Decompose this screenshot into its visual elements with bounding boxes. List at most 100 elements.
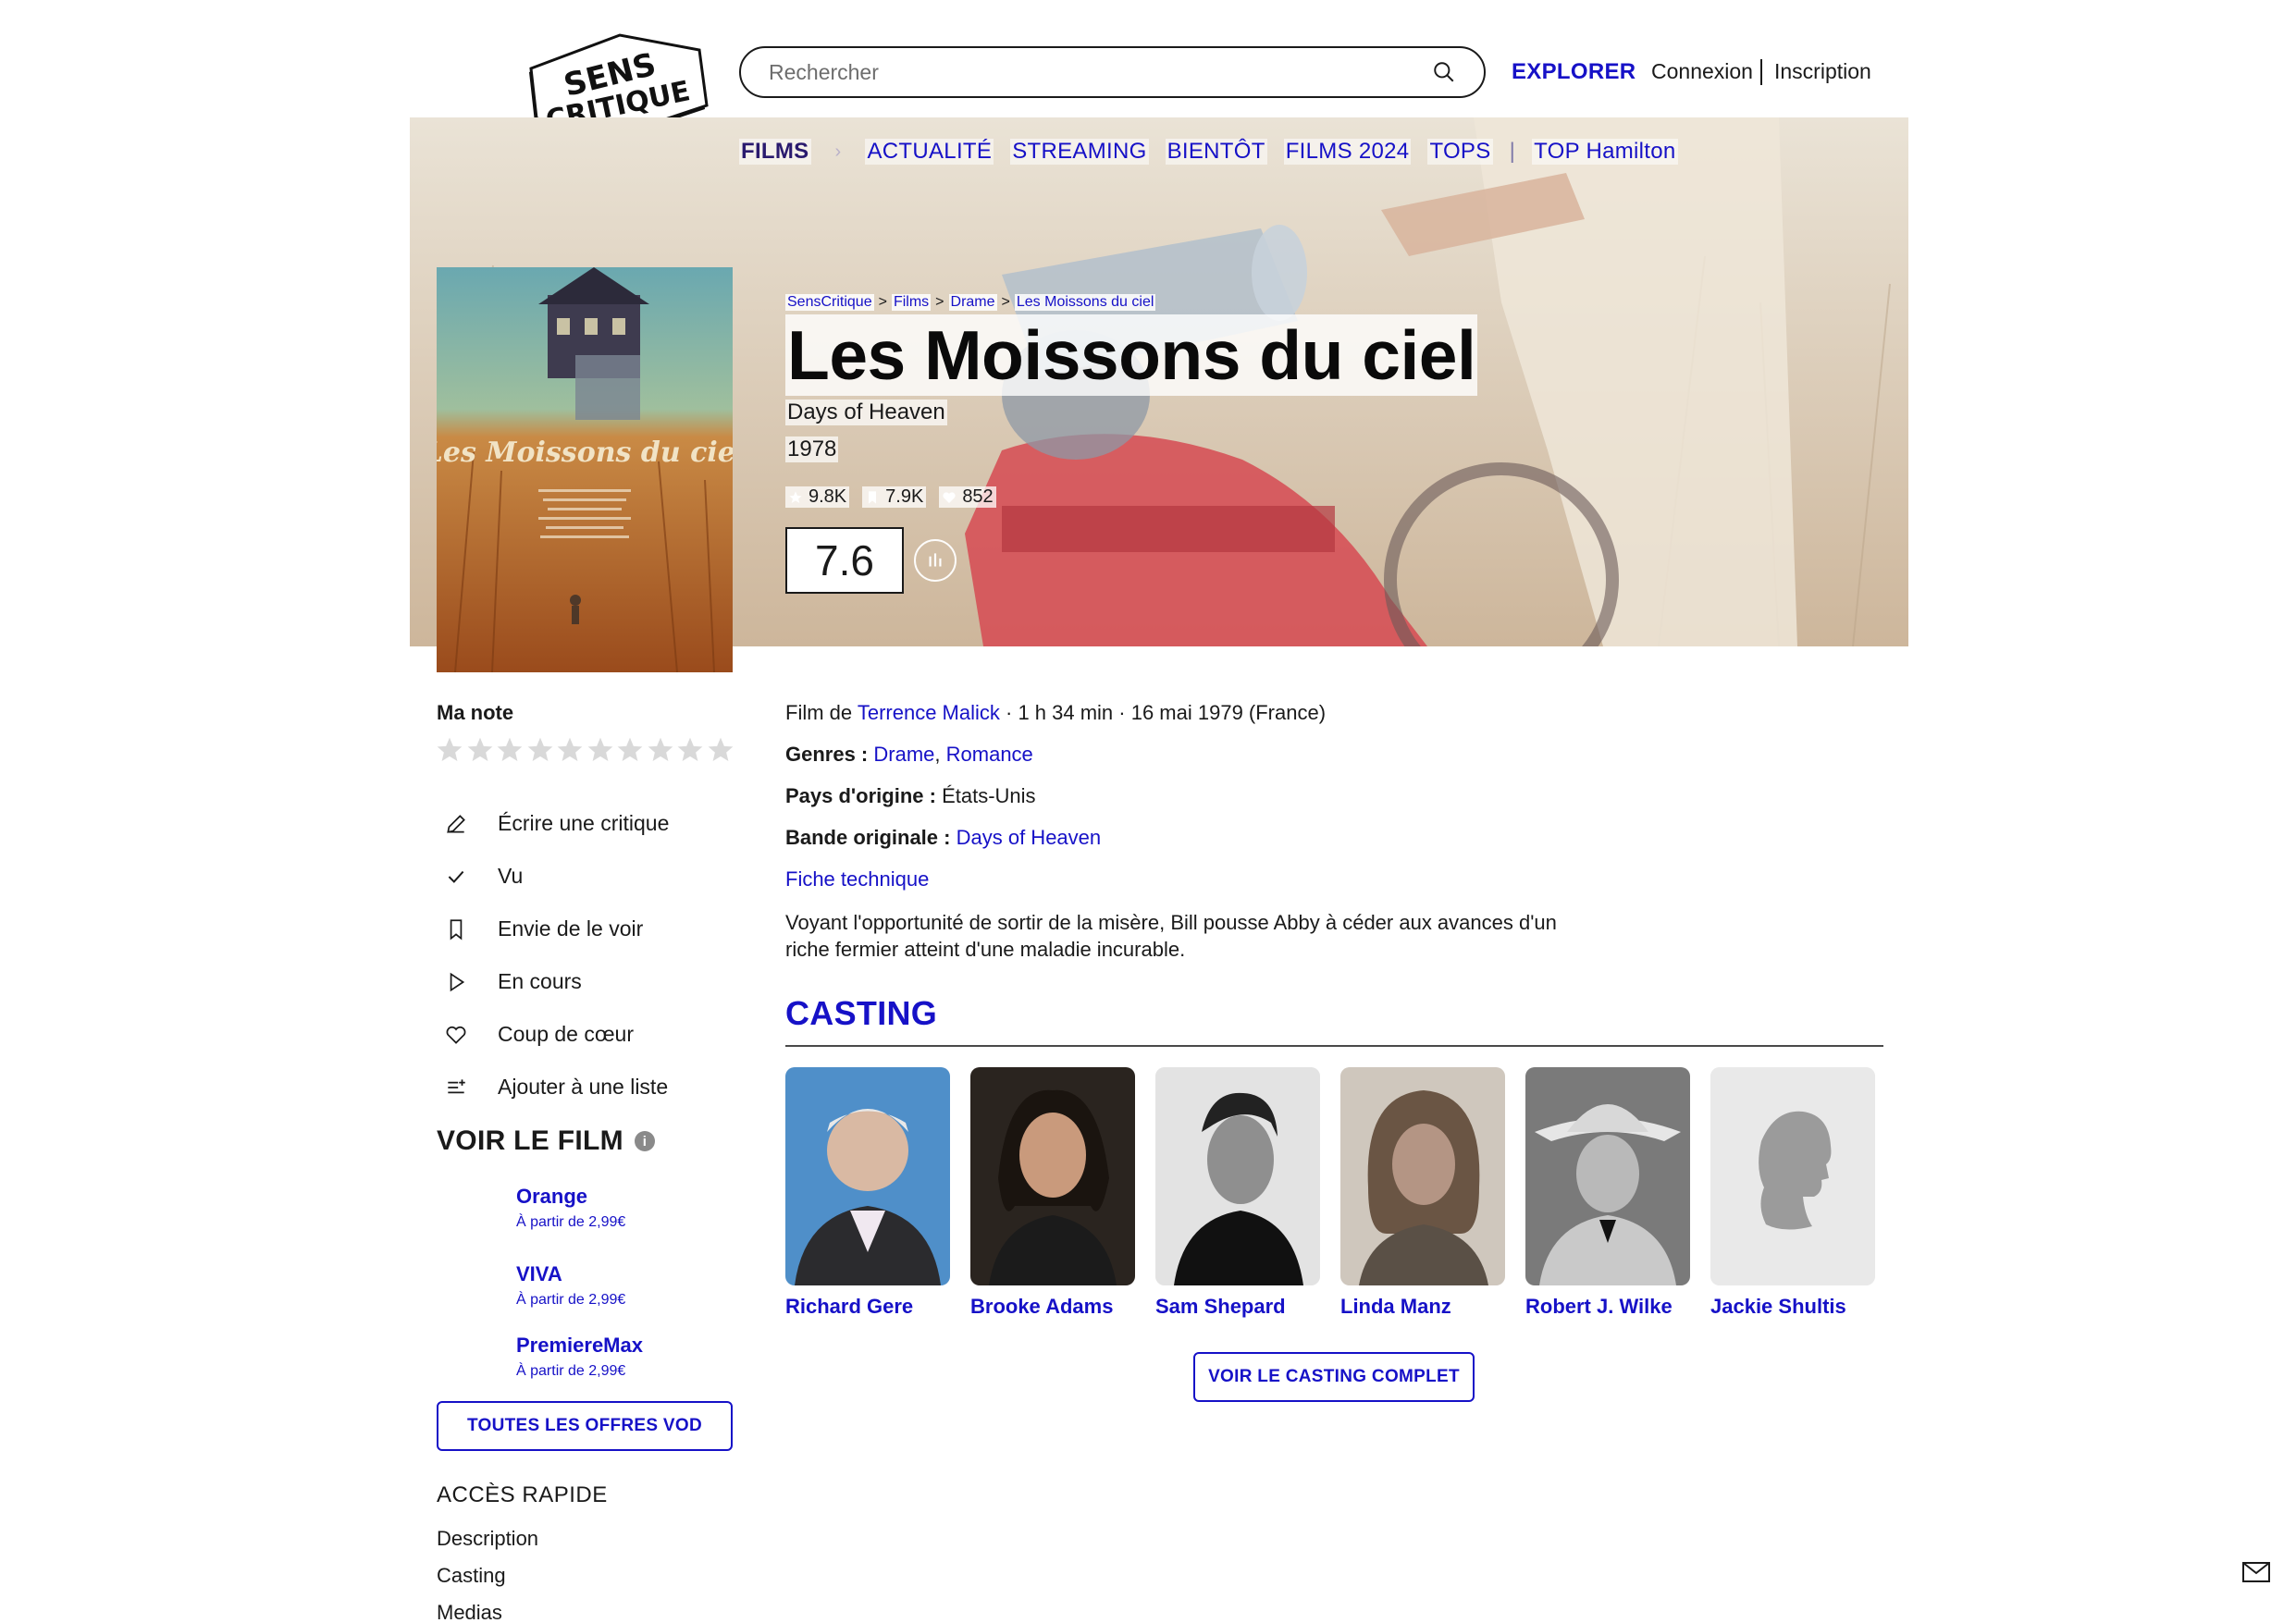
actor-card[interactable]: Jackie Shultis	[1710, 1067, 1875, 1319]
actor-photo	[785, 1067, 950, 1285]
nav-streaming[interactable]: STREAMING	[1010, 139, 1149, 165]
ratings-count: 9.8K	[785, 486, 850, 508]
rating-star-1[interactable]	[435, 735, 464, 765]
wishlist-action[interactable]: Envie de le voir	[444, 903, 669, 955]
actor-name: Jackie Shultis	[1710, 1295, 1846, 1318]
in-progress-action[interactable]: En cours	[444, 955, 669, 1008]
pencil-icon	[447, 814, 465, 833]
actor-card[interactable]: Robert J. Wilke	[1525, 1067, 1690, 1319]
vod-provider-name: VIVA	[516, 1262, 562, 1285]
search-bar[interactable]	[739, 46, 1486, 98]
my-rating-stars[interactable]	[435, 735, 735, 765]
play-icon	[450, 972, 465, 991]
country-value: États-Unis	[942, 784, 1036, 807]
write-review-action[interactable]: Écrire une critique	[444, 797, 669, 850]
soundtrack-label: Bande originale :	[785, 826, 951, 849]
breadcrumb-films[interactable]: Films	[891, 294, 932, 311]
director-link[interactable]: Terrence Malick	[858, 701, 1000, 724]
add-to-list-action[interactable]: Ajouter à une liste	[444, 1061, 669, 1113]
rating-star-5[interactable]	[555, 735, 585, 765]
star-icon	[789, 490, 802, 503]
bookmark-icon	[869, 490, 877, 504]
favorites-count: 852	[939, 486, 996, 508]
director-line: Film de Terrence Malick · 1 h 34 min · 1…	[785, 701, 1326, 725]
vod-offer-orange[interactable]: Orange À partir de 2,99€	[516, 1185, 625, 1231]
vod-price: À partir de 2,99€	[516, 1363, 626, 1379]
nav-films[interactable]: FILMS	[739, 139, 811, 165]
nav-divider: |	[1509, 139, 1516, 164]
rating-distribution-button[interactable]	[914, 539, 957, 582]
bar-chart-icon	[929, 553, 942, 567]
heart-icon	[943, 491, 956, 503]
info-icon[interactable]: i	[634, 1131, 655, 1151]
quick-access-heading: ACCÈS RAPIDE	[437, 1482, 608, 1507]
chevron-right-icon: ›	[834, 141, 842, 162]
mail-icon[interactable]	[2242, 1562, 2270, 1582]
rating-star-10[interactable]	[706, 735, 735, 765]
action-list: Écrire une critique Vu Envie de le voir …	[444, 797, 669, 1113]
search-icon[interactable]	[1432, 60, 1456, 84]
director-prefix: Film de	[785, 701, 853, 724]
nav-top-hamilton[interactable]: TOP Hamilton	[1532, 139, 1678, 165]
fiche-line: Fiche technique	[785, 867, 929, 891]
action-label: Ajouter à une liste	[498, 1075, 669, 1099]
all-vod-offers-button[interactable]: TOUTES LES OFFRES VOD	[437, 1401, 733, 1451]
soundtrack-line: Bande originale : Days of Heaven	[785, 826, 1101, 850]
genre-link-drame[interactable]: Drame	[873, 743, 934, 766]
vod-price: À partir de 2,99€	[516, 1292, 626, 1308]
rating-star-8[interactable]	[646, 735, 675, 765]
rating-star-2[interactable]	[465, 735, 495, 765]
heart-icon	[446, 1026, 466, 1044]
quick-link-medias[interactable]: Medias	[437, 1601, 502, 1623]
my-rating-label: Ma note	[437, 701, 514, 724]
casting-heading: CASTING	[785, 994, 938, 1032]
explorer-link[interactable]: EXPLORER	[1512, 59, 1636, 85]
rating-star-9[interactable]	[675, 735, 705, 765]
fiche-technique-link[interactable]: Fiche technique	[785, 867, 929, 891]
connexion-link[interactable]: Connexion	[1651, 59, 1753, 84]
action-label: Envie de le voir	[498, 916, 644, 941]
actor-name: Robert J. Wilke	[1525, 1295, 1673, 1318]
watch-heading-label: VOIR LE FILM	[437, 1125, 623, 1156]
watch-section-heading: VOIR LE FILM i	[437, 1125, 655, 1157]
ratings-value: 9.8K	[809, 486, 847, 507]
rating-star-4[interactable]	[525, 735, 555, 765]
rating-star-6[interactable]	[586, 735, 615, 765]
section-nav: FILMS › ACTUALITÉ STREAMING BIENTÔT FILM…	[739, 136, 1695, 167]
average-score: 7.6	[785, 527, 904, 594]
breadcrumb: SensCritique > Films > Drame > Les Moissons…	[785, 294, 1156, 311]
action-label: Écrire une critique	[498, 811, 670, 835]
nav-bientot[interactable]: BIENTÔT	[1165, 139, 1267, 165]
bookmark-icon	[450, 918, 463, 941]
actor-card[interactable]: Richard Gere	[785, 1067, 950, 1319]
inscription-link[interactable]: Inscription	[1774, 59, 1871, 84]
genres-line: Genres : Drame, Romance	[785, 743, 1033, 767]
soundtrack-link[interactable]: Days of Heaven	[957, 826, 1102, 849]
quick-link-description[interactable]: Description	[437, 1527, 538, 1551]
header-divider	[1760, 59, 1762, 85]
movie-poster[interactable]: Les Moissons du ciel	[437, 267, 733, 672]
nav-films-2024[interactable]: FILMS 2024	[1283, 139, 1412, 165]
nav-actualite[interactable]: ACTUALITÉ	[865, 139, 994, 165]
actor-photo	[970, 1067, 1135, 1285]
breadcrumb-drame[interactable]: Drame	[948, 294, 997, 311]
search-input[interactable]	[769, 59, 1432, 85]
vod-offer-viva[interactable]: VIVA À partir de 2,99€	[516, 1262, 625, 1309]
quick-link-casting[interactable]: Casting	[437, 1564, 506, 1588]
full-casting-button[interactable]: VOIR LE CASTING COMPLET	[1193, 1352, 1475, 1402]
breadcrumb-senscritique[interactable]: SensCritique	[785, 294, 874, 311]
genres-label: Genres :	[785, 743, 869, 766]
rating-star-3[interactable]	[495, 735, 525, 765]
actor-card[interactable]: Linda Manz	[1340, 1067, 1505, 1319]
nav-tops[interactable]: TOPS	[1427, 139, 1493, 165]
vod-price: À partir de 2,99€	[516, 1214, 626, 1230]
actor-name: Sam Shepard	[1155, 1295, 1286, 1318]
actor-card[interactable]: Sam Shepard	[1155, 1067, 1320, 1319]
seen-action[interactable]: Vu	[444, 850, 669, 903]
genre-link-romance[interactable]: Romance	[946, 743, 1033, 766]
actor-card[interactable]: Brooke Adams	[970, 1067, 1135, 1319]
rating-star-7[interactable]	[615, 735, 645, 765]
vod-offer-premieremax[interactable]: PremiereMax À partir de 2,99€	[516, 1334, 643, 1380]
breadcrumb-current[interactable]: Les Moissons du ciel	[1014, 294, 1156, 311]
favorite-action[interactable]: Coup de cœur	[444, 1008, 669, 1061]
